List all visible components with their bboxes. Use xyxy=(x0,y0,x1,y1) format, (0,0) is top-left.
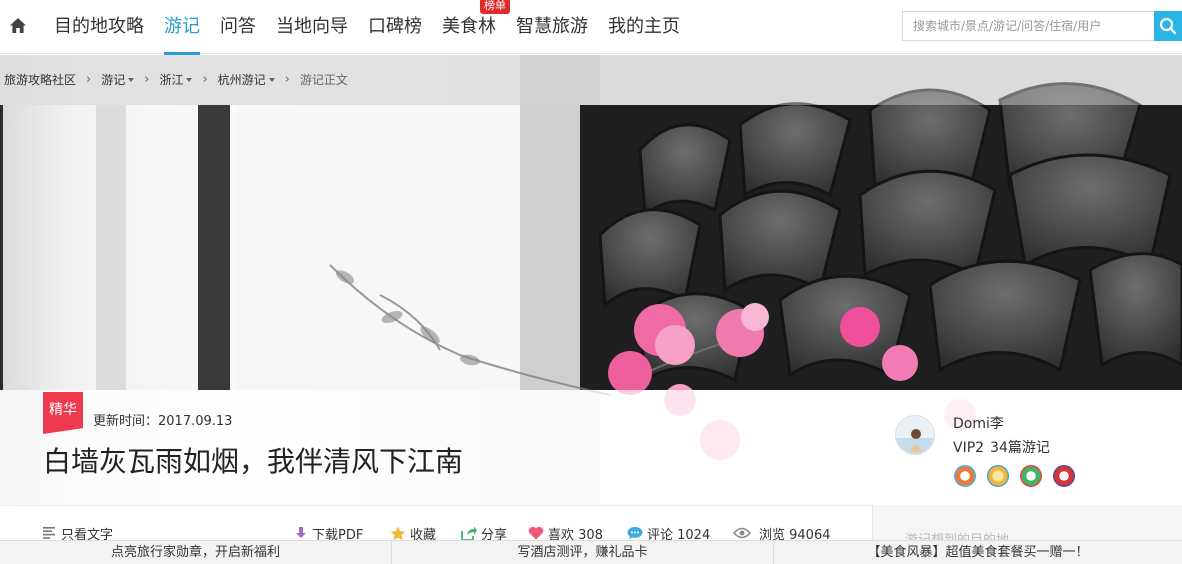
promo-link[interactable]: 写酒店测评，赚礼品卡 xyxy=(392,541,774,564)
vip-level: VIP2 xyxy=(953,440,985,456)
nav-item-travelogue[interactable]: 游记 xyxy=(154,0,210,55)
nav-item-destination[interactable]: 目的地攻略 xyxy=(44,0,154,54)
nav-menu: 目的地攻略 游记 问答 当地向导 口碑榜 美食林 榜单 智慧旅游 我的主页 xyxy=(44,0,690,55)
author-name[interactable]: Domi李 xyxy=(953,413,1004,433)
nav-item-my-home[interactable]: 我的主页 xyxy=(598,0,690,54)
caret-down-icon xyxy=(186,78,193,82)
promo-link[interactable]: 点亮旅行家勋章，开启新福利 xyxy=(0,541,392,564)
article-title: 白墙灰瓦雨如烟，我伴清风下江南 xyxy=(43,445,464,478)
search-icon xyxy=(1159,17,1177,35)
text-lines-icon xyxy=(43,527,55,539)
chevron-right-icon: › xyxy=(284,71,290,87)
hero-banner: 旅游攻略社区 › 游记 › 浙江 › 杭州游记 › 游记正文 精华 更新时间：2… xyxy=(0,55,1182,505)
breadcrumb-item[interactable]: 浙江 xyxy=(155,71,196,88)
star-icon xyxy=(390,526,406,540)
eye-icon xyxy=(733,527,751,539)
author-meta: VIP2 34篇游记 xyxy=(953,437,1056,457)
chevron-right-icon: › xyxy=(144,71,150,87)
author-medals xyxy=(953,464,1076,488)
nav-item-smart-travel[interactable]: 智慧旅游 xyxy=(506,0,598,54)
top-nav: 目的地攻略 游记 问答 当地向导 口碑榜 美食林 榜单 智慧旅游 我的主页 xyxy=(0,0,1182,55)
author-avatar[interactable] xyxy=(895,415,935,455)
breadcrumb-current: 游记正文 xyxy=(299,72,348,87)
share-icon xyxy=(461,526,477,541)
home-icon[interactable] xyxy=(9,17,27,35)
avatar-image xyxy=(896,416,934,454)
caret-down-icon xyxy=(268,78,275,82)
download-icon xyxy=(296,527,306,538)
medal-icon[interactable] xyxy=(1019,464,1043,488)
chevron-right-icon: › xyxy=(202,71,208,87)
medal-icon[interactable] xyxy=(953,464,977,488)
nav-item-ranking[interactable]: 口碑榜 xyxy=(358,0,432,54)
nav-item-food[interactable]: 美食林 榜单 xyxy=(432,0,510,54)
breadcrumb-item[interactable]: 杭州游记 xyxy=(214,71,279,88)
featured-tag: 精华 xyxy=(43,392,83,434)
side-panel: 游记想到的目的地 xyxy=(872,505,1182,548)
chevron-right-icon: › xyxy=(86,71,92,87)
update-time: 更新时间：2017.09.13 xyxy=(93,414,233,429)
medal-icon[interactable] xyxy=(986,464,1010,488)
heart-icon xyxy=(528,526,544,540)
medal-icon[interactable] xyxy=(1052,464,1076,488)
nav-item-qa[interactable]: 问答 xyxy=(210,0,266,54)
travelogue-count[interactable]: 34篇游记 xyxy=(990,440,1050,456)
breadcrumb: 旅游攻略社区 › 游记 › 浙江 › 杭州游记 › 游记正文 xyxy=(0,69,352,89)
nav-item-local-guide[interactable]: 当地向导 xyxy=(266,0,358,54)
caret-down-icon xyxy=(128,78,135,82)
breadcrumb-item[interactable]: 游记 xyxy=(97,71,138,88)
breadcrumb-item[interactable]: 旅游攻略社区 xyxy=(0,71,80,88)
promo-bar: 点亮旅行家勋章，开启新福利 写酒店测评，赚礼品卡 【美食风暴】超值美食套餐买一赠… xyxy=(0,540,1182,564)
search-button[interactable] xyxy=(1154,11,1182,41)
comment-icon xyxy=(627,527,643,539)
search-input[interactable] xyxy=(902,11,1154,41)
article-action-bar: 只看文字 下载PDF 收藏 分享 喜欢 308 评论 1024 浏览 94064 xyxy=(0,505,872,543)
promo-link[interactable]: 【美食风暴】超值美食套餐买一赠一！ xyxy=(774,541,1182,564)
